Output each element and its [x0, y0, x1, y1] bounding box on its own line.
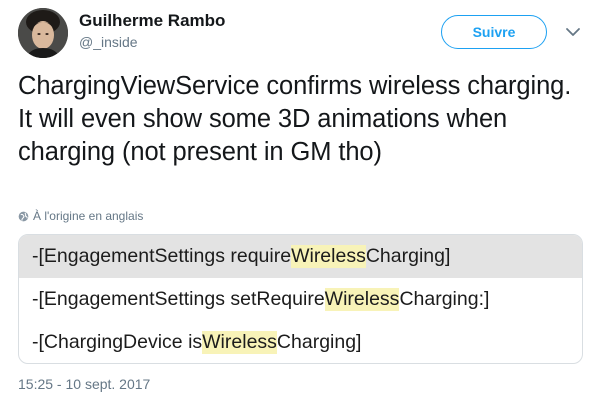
avatar-image: [18, 8, 68, 58]
code-text: Charging]: [365, 245, 451, 267]
code-text: Charging:]: [399, 288, 490, 310]
code-line: -[EngagementSettings require Wireless Char…: [19, 235, 582, 278]
tweet-card: Guilherme Rambo @_inside Suivre Charging…: [0, 0, 600, 401]
code-highlight: Wireless: [324, 288, 400, 311]
code-text: -[EngagementSettings setRequire: [32, 288, 325, 310]
author-name[interactable]: Guilherme Rambo: [79, 11, 225, 31]
attached-image[interactable]: -[EngagementSettings require Wireless Char…: [18, 234, 583, 364]
avatar[interactable]: [18, 8, 68, 58]
code-text: Charging]: [276, 331, 362, 353]
translation-indicator[interactable]: À l'origine en anglais: [18, 208, 143, 224]
author-handle[interactable]: @_inside: [79, 34, 138, 50]
globe-icon: [18, 211, 29, 221]
code-line: -[ChargingDevice is Wireless Charging]: [19, 321, 582, 363]
code-text: -[ChargingDevice is: [32, 331, 203, 353]
follow-button[interactable]: Suivre: [441, 15, 547, 49]
code-text: -[EngagementSettings require: [32, 245, 292, 267]
tweet-text: ChargingViewService confirms wireless ch…: [18, 72, 572, 166]
code-line: -[EngagementSettings setRequire Wireless C…: [19, 278, 582, 321]
code-highlight: Wireless: [291, 245, 366, 268]
code-highlight: Wireless: [202, 331, 277, 354]
translation-label: À l'origine en anglais: [33, 209, 144, 223]
tweet-timestamp[interactable]: 15:25 - 10 sept. 2017: [18, 376, 150, 392]
chevron-down-icon[interactable]: [565, 25, 581, 37]
